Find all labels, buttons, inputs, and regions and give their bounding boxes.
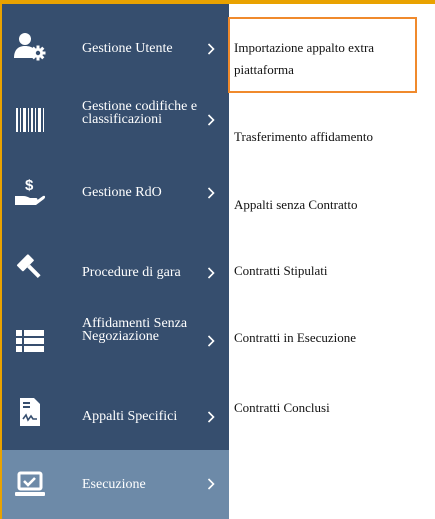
chevron-right-icon	[205, 478, 217, 490]
sidebar: Gestione Utente Gestione codifiche e cla…	[0, 4, 229, 519]
sidebar-item-label: Gestione RdO	[82, 185, 162, 200]
sidebar-item-affidamenti-senza-negoziazione[interactable]: Affidamenti Senza Negoziazione	[2, 307, 229, 375]
sidebar-item-esecuzione[interactable]: Esecuzione	[2, 450, 229, 519]
sidebar-item-label: Appalti Specifici	[82, 409, 178, 424]
svg-text:$: $	[25, 177, 34, 194]
document-signature-icon	[12, 394, 48, 430]
submenu-item-trasferimento-affidamento[interactable]: Trasferimento affidamento	[234, 126, 424, 148]
hand-money-icon: $	[12, 174, 48, 210]
app-root: Gestione Utente Gestione codifiche e cla…	[0, 0, 435, 519]
chevron-right-icon	[205, 335, 217, 347]
sidebar-item-appalti-specifici[interactable]: Appalti Specifici	[2, 384, 229, 440]
sidebar-item-label: Procedure di gara	[82, 265, 181, 280]
sidebar-item-label: Affidamenti Senza Negoziazione	[82, 316, 188, 344]
user-gear-icon	[12, 29, 48, 65]
submenu-item-contratti-stipulati[interactable]: Contratti Stipulati	[234, 260, 424, 282]
chevron-right-icon	[205, 187, 217, 199]
laptop-check-icon	[12, 467, 48, 503]
submenu-item-importazione-appalto[interactable]: Importazione appalto extra piattaforma	[234, 37, 424, 81]
chevron-right-icon	[205, 114, 217, 126]
submenu-item-appalti-senza-contratto[interactable]: Appalti senza Contratto	[234, 194, 424, 216]
submenu-item-contratti-in-esecuzione[interactable]: Contratti in Esecuzione	[234, 327, 424, 349]
submenu-item-contratti-conclusi[interactable]: Contratti Conclusi	[234, 397, 424, 419]
barcode-icon	[12, 102, 48, 138]
sidebar-item-label: Gestione codifiche e classificazioni	[82, 99, 198, 127]
gavel-icon	[12, 248, 48, 284]
sidebar-item-procedure-di-gara[interactable]: Procedure di gara	[2, 236, 229, 296]
sidebar-item-gestione-codifiche[interactable]: Gestione codifiche e classificazioni	[2, 86, 229, 154]
chevron-right-icon	[205, 267, 217, 279]
chevron-right-icon	[205, 411, 217, 423]
sidebar-item-label: Esecuzione	[82, 477, 146, 492]
sidebar-item-label: Gestione Utente	[82, 41, 173, 56]
sidebar-item-gestione-utente[interactable]: Gestione Utente	[2, 18, 229, 76]
sidebar-item-gestione-rdo[interactable]: $ Gestione RdO	[2, 162, 229, 222]
chevron-right-icon	[205, 43, 217, 55]
list-icon	[12, 323, 48, 359]
